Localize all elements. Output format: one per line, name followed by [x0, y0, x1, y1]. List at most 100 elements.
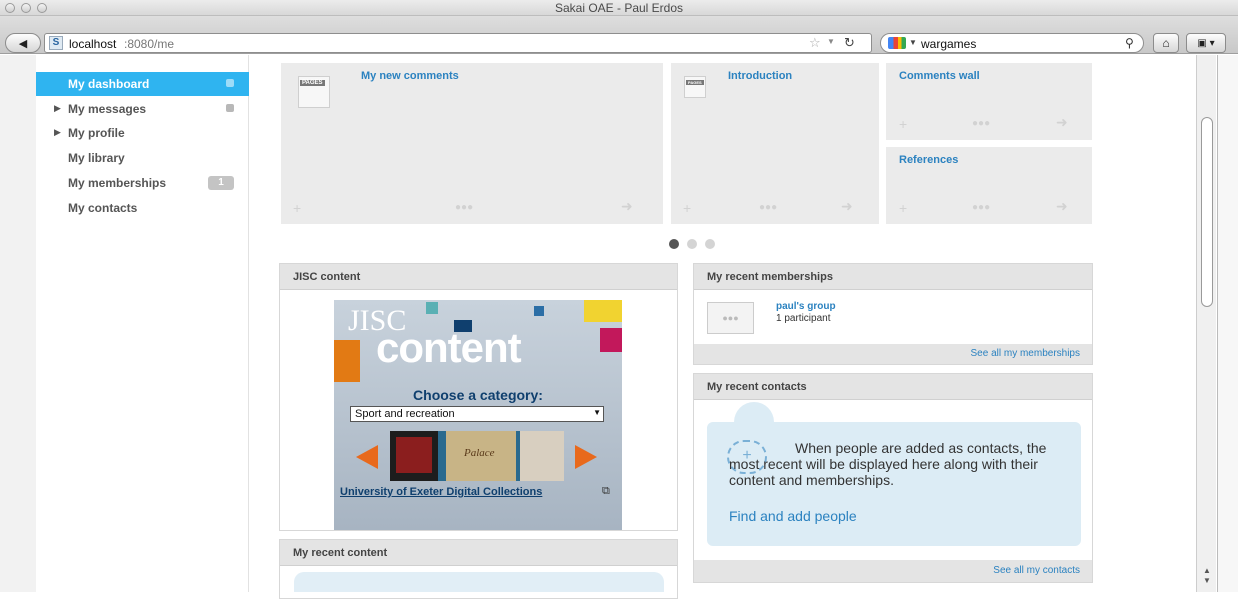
site-favicon: S: [49, 36, 63, 50]
widget-header: My recent contacts: [694, 374, 1092, 400]
sidebar-item-profile[interactable]: ▶ My profile: [36, 121, 249, 145]
carousel-item-introduction[interactable]: PAGES Introduction + ●●● ➜: [671, 63, 879, 224]
sidebar-item-library[interactable]: My library: [36, 146, 249, 170]
expand-arrow-icon[interactable]: ▶: [54, 127, 61, 138]
memberships-count-badge: 1: [208, 176, 234, 190]
recent-memberships-widget: My recent memberships ●●● paul's group 1…: [693, 263, 1093, 365]
share-people-icon[interactable]: ●●●: [972, 202, 990, 213]
back-button[interactable]: ◀: [5, 33, 41, 53]
comment-icon[interactable]: ➜: [1056, 114, 1068, 131]
external-link-icon: ⧉: [602, 485, 610, 497]
carousel-item-comments-wall[interactable]: Comments wall + ●●● ➜: [886, 63, 1092, 140]
chevron-down-icon: ▼: [593, 408, 601, 417]
carousel-item-title[interactable]: Comments wall: [899, 70, 980, 82]
comment-icon[interactable]: ➜: [841, 198, 853, 215]
search-input[interactable]: wargames: [921, 37, 976, 51]
recent-contacts-widget: My recent contacts + When people are add…: [693, 373, 1093, 583]
group-participants: 1 participant: [776, 313, 831, 324]
widget-footer: See all my contacts: [694, 560, 1092, 582]
sidebar-item-label: My messages: [68, 102, 147, 116]
side-panel-edge: [1217, 55, 1238, 592]
carousel-item-title[interactable]: Introduction: [728, 70, 792, 82]
add-icon[interactable]: +: [683, 200, 691, 216]
group-name-link[interactable]: paul's group: [776, 301, 836, 312]
share-people-icon[interactable]: ●●●: [759, 202, 777, 213]
next-arrow-icon[interactable]: [575, 445, 597, 469]
carousel-page-dot[interactable]: [687, 239, 697, 249]
pages-document-icon: PAGES: [298, 76, 330, 108]
choose-category-label: Choose a category:: [413, 387, 543, 403]
see-all-contacts-link[interactable]: See all my contacts: [993, 565, 1080, 576]
url-host: localhost: [69, 37, 117, 51]
carousel-item-references[interactable]: References + ●●● ➜: [886, 147, 1092, 224]
see-all-memberships-link[interactable]: See all my memberships: [971, 348, 1080, 359]
add-icon[interactable]: +: [293, 200, 301, 216]
comment-icon[interactable]: ➜: [621, 198, 633, 215]
sidebar-item-memberships[interactable]: My memberships 1: [36, 171, 249, 195]
sidebar-item-label: My profile: [68, 126, 125, 140]
google-engine-icon[interactable]: [888, 37, 906, 49]
comment-icon[interactable]: ➜: [1056, 198, 1068, 215]
engine-dropdown-icon[interactable]: ▼: [909, 38, 917, 47]
carousel-page-dot[interactable]: [705, 239, 715, 249]
pages-document-icon: PAGES: [684, 76, 706, 98]
jisc-content-widget: JISC content JISC content Choose a categ…: [279, 263, 678, 531]
back-arrow-icon: ◀: [18, 37, 28, 50]
sidebar: My dashboard ▶ My messages ▶ My profile …: [36, 55, 249, 592]
scrollbar-thumb[interactable]: [1201, 117, 1213, 307]
address-bar[interactable]: S localhost :8080/me ☆ ▼ ↻: [44, 33, 872, 53]
contacts-empty-message-box: + When people are added as contacts, the…: [707, 422, 1081, 546]
home-icon: ⌂: [1162, 36, 1170, 50]
widget-header: My recent content: [280, 540, 677, 566]
share-people-icon[interactable]: ●●●: [972, 118, 990, 129]
window-titlebar: Sakai OAE - Paul Erdos: [0, 0, 1238, 16]
sidebar-item-dashboard[interactable]: My dashboard: [36, 72, 249, 96]
search-icon[interactable]: ⚲: [1125, 36, 1134, 50]
exeter-collections-link[interactable]: University of Exeter Digital Collections: [340, 486, 542, 498]
reload-icon[interactable]: ↻: [844, 35, 855, 51]
jisc-logo-bottom: content: [376, 324, 522, 371]
widget-header: My recent memberships: [694, 264, 1092, 290]
browser-toolbar: ◀ S localhost :8080/me ☆ ▼ ↻ ▼ wargames …: [0, 16, 1238, 54]
sidebar-item-messages[interactable]: ▶ My messages: [36, 97, 249, 121]
category-select[interactable]: Sport and recreation ▼: [350, 406, 604, 422]
sidebar-item-contacts[interactable]: My contacts: [36, 196, 249, 220]
jisc-content-banner: JISC content Choose a category: Sport an…: [334, 300, 622, 530]
bookmarks-menu-button[interactable]: ▣ ▾: [1186, 33, 1226, 53]
page-margin: [0, 55, 36, 592]
previous-arrow-icon[interactable]: [356, 445, 378, 469]
bookmarks-icon: ▣ ▾: [1197, 37, 1215, 49]
carousel-item-title[interactable]: My new comments: [361, 70, 459, 82]
scroll-up-icon[interactable]: ▲: [1203, 566, 1211, 575]
page-scrollbar[interactable]: ▲ ▼: [1196, 55, 1216, 592]
lock-icon: [226, 104, 234, 112]
dashboard-main: PAGES My new comments + ●●● ➜ PAGES Intr…: [250, 55, 1140, 599]
carousel-page-dot[interactable]: [669, 239, 679, 249]
recent-content-widget: My recent content: [279, 539, 678, 599]
lock-icon: [226, 79, 234, 87]
expand-arrow-icon[interactable]: ▶: [54, 103, 61, 114]
url-dropdown-icon[interactable]: ▼: [827, 37, 835, 46]
home-button[interactable]: ⌂: [1153, 33, 1179, 53]
add-icon[interactable]: +: [899, 116, 907, 132]
find-add-people-link[interactable]: Find and add people: [729, 508, 857, 524]
window-title: Sakai OAE - Paul Erdos: [554, 1, 684, 15]
add-icon[interactable]: +: [899, 200, 907, 216]
url-path: :8080/me: [124, 37, 175, 51]
group-avatar: ●●●: [707, 302, 754, 334]
filmstrip-thumbnails[interactable]: Palace: [390, 431, 564, 481]
share-people-icon[interactable]: ●●●: [455, 202, 473, 213]
sidebar-item-label: My dashboard: [68, 77, 150, 91]
bookmark-star-icon[interactable]: ☆: [809, 35, 821, 51]
carousel-item-my-new-comments[interactable]: PAGES My new comments + ●●● ➜: [281, 63, 663, 224]
contacts-empty-text: When people are added as contacts, the m…: [729, 440, 1047, 488]
film-caption: Palace: [464, 447, 495, 459]
widget-header: JISC content: [280, 264, 677, 290]
sidebar-item-label: My library: [68, 151, 125, 165]
carousel-item-title[interactable]: References: [899, 154, 958, 166]
widget-footer: See all my memberships: [694, 344, 1092, 364]
sidebar-item-label: My memberships: [68, 176, 167, 190]
sidebar-item-label: My contacts: [68, 201, 138, 215]
scroll-down-icon[interactable]: ▼: [1203, 576, 1211, 585]
search-bar[interactable]: ▼ wargames ⚲: [880, 33, 1144, 53]
